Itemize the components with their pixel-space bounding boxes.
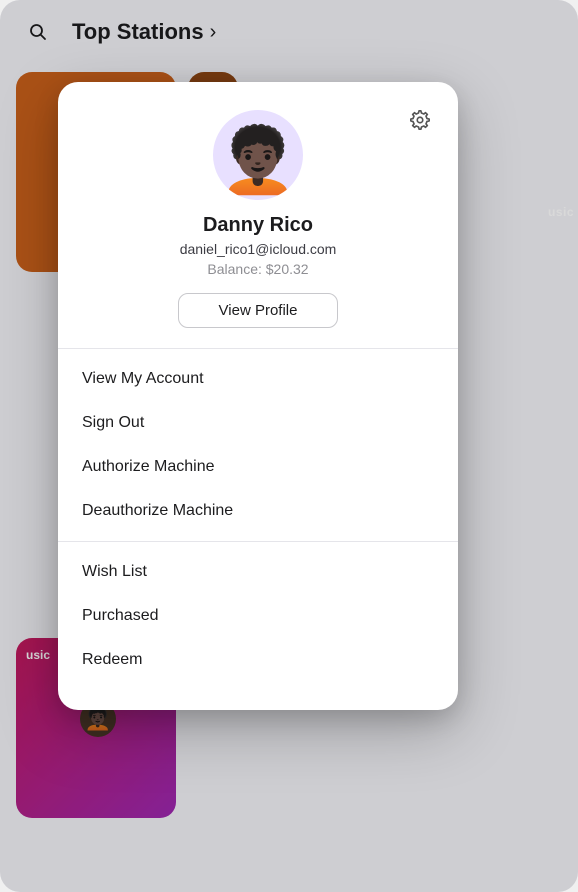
gear-icon [409,109,431,131]
user-name: Danny Rico [203,214,313,237]
profile-section: 🧑🏿‍🦱 Danny Rico daniel_rico1@icloud.com … [58,82,458,348]
gear-button[interactable] [402,102,438,138]
user-email: daniel_rico1@icloud.com [180,241,337,257]
menu-item-authorize[interactable]: Authorize Machine [58,445,458,489]
menu-item-view-account[interactable]: View My Account [58,357,458,401]
menu-item-sign-out[interactable]: Sign Out [58,401,458,445]
menu-item-wish-list[interactable]: Wish List [58,550,458,594]
menu-section-1: View My Account Sign Out Authorize Machi… [58,349,458,541]
view-profile-button[interactable]: View Profile [178,293,339,328]
app-container: Top Stations › usic 🧑🏿‍🦱 usic [0,0,578,892]
user-balance: Balance: $20.32 [207,261,308,277]
menu-item-purchased[interactable]: Purchased [58,594,458,638]
menu-item-redeem[interactable]: Redeem [58,638,458,682]
menu-section-2: Wish List Purchased Redeem [58,542,458,690]
menu-item-deauthorize[interactable]: Deauthorize Machine [58,489,458,533]
avatar: 🧑🏿‍🦱 [213,110,303,200]
dropdown-menu: 🧑🏿‍🦱 Danny Rico daniel_rico1@icloud.com … [58,82,458,710]
avatar-emoji: 🧑🏿‍🦱 [218,128,298,192]
